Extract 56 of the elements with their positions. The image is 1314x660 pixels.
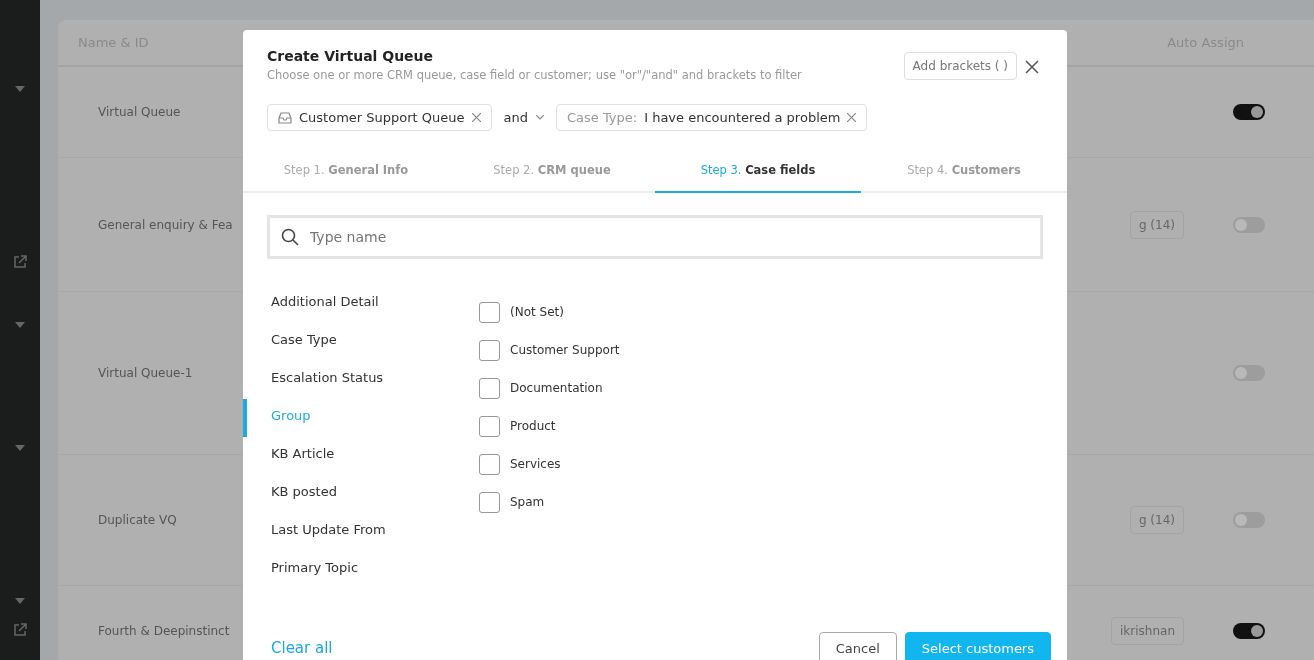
- caret-icon[interactable]: [15, 445, 25, 451]
- chip-label: Case Type:: [567, 110, 638, 125]
- checkbox[interactable]: [479, 491, 500, 513]
- toggle-switch[interactable]: [1233, 623, 1265, 639]
- queue-name: Virtual Queue-1: [98, 366, 194, 380]
- option-label: (Not Set): [510, 305, 564, 319]
- field-item[interactable]: KB posted: [243, 475, 479, 513]
- external-link-icon[interactable]: [13, 255, 27, 269]
- caret-icon[interactable]: [15, 86, 25, 92]
- option-label: Product: [510, 419, 556, 433]
- step-tab[interactable]: Step 3. Case fields: [655, 149, 861, 193]
- chip-text: I have encountered a problem: [644, 110, 841, 125]
- option-label: Documentation: [510, 381, 603, 395]
- chip-text: Customer Support Queue: [299, 110, 465, 125]
- chevron-icon: [536, 115, 544, 120]
- field-item[interactable]: Additional Detail: [243, 285, 479, 323]
- checkbox[interactable]: [479, 415, 500, 437]
- dialog-subtitle: Choose one or more CRM queue, case field or customer; use "or"/"and" and brackets to filter: [267, 68, 803, 82]
- cancel-button[interactable]: Cancel: [818, 631, 897, 660]
- caret-icon[interactable]: [15, 322, 25, 328]
- checkbox[interactable]: [479, 301, 500, 323]
- field-item[interactable]: Last Update From: [243, 513, 479, 551]
- caret-icon[interactable]: [15, 598, 25, 604]
- filter-chip[interactable]: Case Type: I have encountered a problem: [556, 104, 868, 131]
- field-item[interactable]: Escalation Status: [243, 361, 479, 399]
- checkbox[interactable]: [479, 377, 500, 399]
- field-item[interactable]: Primary Topic: [243, 551, 479, 589]
- add-brackets-button[interactable]: Add brackets ( ): [903, 52, 1017, 80]
- queue-name: Fourth & Deepinstinct: [98, 624, 231, 638]
- remove-icon[interactable]: [847, 113, 857, 122]
- field-item[interactable]: KB Article: [243, 437, 479, 475]
- queue-name: General enquiry & Fea: [98, 217, 234, 232]
- inbox-icon: [278, 111, 292, 124]
- agent-chip: g (14): [1129, 506, 1184, 534]
- toggle-switch[interactable]: [1233, 104, 1265, 120]
- queue-name: Duplicate VQ: [98, 513, 178, 527]
- checkbox[interactable]: [479, 339, 500, 361]
- agent-chip: ikrishnan: [1111, 617, 1184, 645]
- checkbox[interactable]: [479, 453, 500, 475]
- external-link-icon[interactable]: [13, 623, 27, 637]
- operator-dropdown[interactable]: and: [499, 110, 548, 125]
- search-field[interactable]: Type name: [267, 215, 1043, 259]
- queue-name: Virtual Queue: [98, 105, 182, 119]
- field-item[interactable]: Case Type: [243, 323, 479, 361]
- filter-chip[interactable]: Customer Support Queue: [267, 104, 492, 131]
- option-label: Spam: [510, 495, 545, 509]
- agent-chip: g (14): [1129, 210, 1184, 239]
- toggle-switch[interactable]: [1233, 365, 1265, 381]
- remove-icon[interactable]: [471, 113, 481, 122]
- toggle-switch[interactable]: [1233, 512, 1265, 528]
- search-icon: [281, 228, 299, 246]
- toggle-switch[interactable]: [1233, 216, 1265, 233]
- close-icon[interactable]: [1025, 60, 1039, 74]
- option-label: Services: [510, 457, 561, 471]
- option-label: Customer Support: [510, 343, 620, 357]
- dialog-title: Create Virtual Queue: [267, 48, 435, 64]
